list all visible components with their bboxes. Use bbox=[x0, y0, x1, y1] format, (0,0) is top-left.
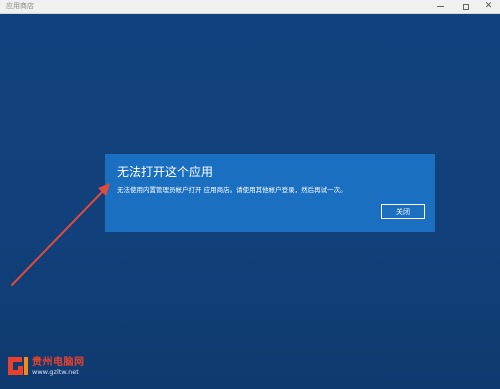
site-watermark: 贵州电脑网 www.gzltw.net bbox=[4, 351, 114, 387]
window-title: 应用商店 bbox=[6, 2, 34, 10]
close-window-button[interactable]: ✕ bbox=[476, 0, 500, 13]
watermark-url: www.gzltw.net bbox=[32, 368, 79, 376]
maximize-button[interactable] bbox=[453, 0, 478, 13]
title-bar[interactable]: 应用商店 ✕ bbox=[0, 0, 500, 14]
minimize-button[interactable] bbox=[428, 0, 453, 13]
watermark-name: 贵州电脑网 bbox=[32, 357, 85, 368]
dialog-message: 无法使用内置管理员帐户打开 应用商店。请使用其他帐户登录，然后再试一次。 bbox=[117, 186, 347, 194]
error-dialog: 无法打开这个应用 无法使用内置管理员帐户打开 应用商店。请使用其他帐户登录，然后… bbox=[105, 154, 435, 232]
minimize-icon bbox=[437, 6, 444, 7]
close-button[interactable]: 关闭 bbox=[381, 204, 425, 219]
app-window: 应用商店 ✕ 无法打开这个应用 无法使用内置管理员帐户打开 应用商店。请使用其他… bbox=[0, 0, 500, 389]
dialog-title: 无法打开这个应用 bbox=[117, 165, 214, 179]
watermark-logo-icon bbox=[8, 357, 28, 375]
maximize-icon bbox=[462, 3, 469, 10]
close-icon: ✕ bbox=[484, 1, 493, 11]
